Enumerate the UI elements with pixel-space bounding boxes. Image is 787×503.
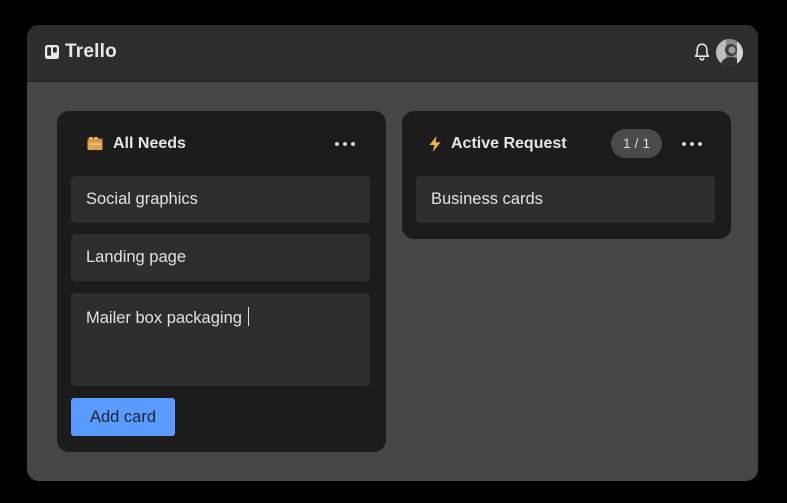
trello-logo[interactable]: Trello [45,42,117,62]
new-card-textarea[interactable]: Mailer box packaging [71,293,370,386]
trello-board-icon [45,45,59,59]
bell-icon[interactable] [693,42,711,62]
new-card-text: Mailer box packaging [86,309,242,327]
add-card-button[interactable]: Add card [71,398,175,436]
top-bar: Trello [27,25,758,82]
list-title: Active Request [451,135,567,152]
card-business-cards[interactable]: Business cards [416,176,715,223]
list-active-request: Active Request 1 / 1 Business cards [402,111,731,239]
user-avatar[interactable] [716,39,743,66]
trello-window: Trello All Needs Social graphics Landing… [27,25,758,481]
list-header: Active Request 1 / 1 [402,111,731,177]
list-all-needs: All Needs Social graphics Landing page M… [57,111,386,452]
text-caret [247,307,250,326]
list-header: All Needs [57,111,386,177]
card-social-graphics[interactable]: Social graphics [71,176,370,223]
card-landing-page[interactable]: Landing page [71,234,370,281]
more-horizontal-icon[interactable] [332,133,358,155]
card-index-dividers-emoji [87,137,103,150]
lightning-emoji [429,136,441,152]
wip-counter-badge: 1 / 1 [611,129,662,158]
list-title: All Needs [113,135,186,152]
more-horizontal-icon[interactable] [679,133,705,155]
app-name: Trello [65,41,117,62]
avatar-photo [716,39,743,66]
